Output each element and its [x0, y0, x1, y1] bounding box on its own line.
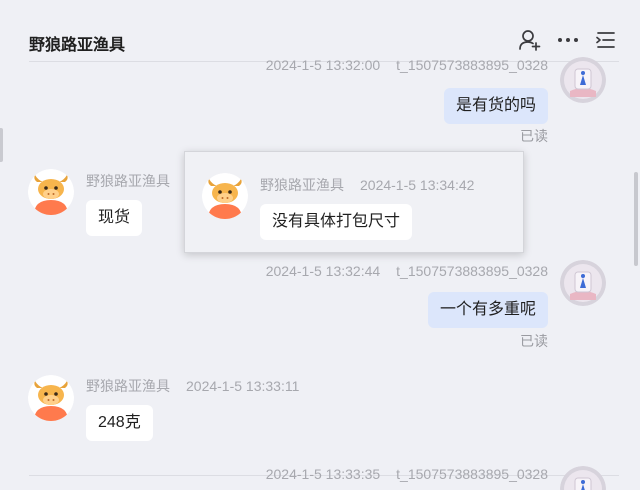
message-sender: 野狼路亚渔具	[86, 173, 170, 189]
chat-header: 野狼路亚渔具	[0, 0, 640, 62]
message-bubble-self[interactable]: 是有货的吗	[443, 88, 548, 124]
more-options-icon[interactable]	[556, 28, 580, 52]
message-sender: t_1507573883895_0328	[396, 263, 548, 279]
message-meta: 2024-1-5 13:33:35 t_1507573883895_0328	[266, 466, 548, 482]
shop-avatar[interactable]	[28, 169, 74, 215]
user-avatar[interactable]	[560, 260, 606, 306]
message-preview-popup[interactable]: 野狼路亚渔具 2024-1-5 13:34:42 没有具体打包尺寸	[184, 151, 524, 253]
message-meta: 野狼路亚渔具 2024-1-5 13:33:11	[86, 376, 299, 396]
panel-edge-handle[interactable]	[0, 128, 3, 162]
message-meta: 2024-1-5 13:32:44 t_1507573883895_0328	[266, 263, 548, 279]
message-time: 2024-1-5 13:32:00	[265, 57, 381, 73]
chat-scrollbar[interactable]	[634, 172, 638, 266]
message-sender: t_1507573883895_0328	[396, 57, 548, 73]
message-meta: 野狼路亚渔具	[86, 171, 170, 191]
read-status: 已读	[520, 128, 548, 144]
read-status: 已读	[520, 333, 548, 349]
message-time: 2024-1-5 13:33:11	[186, 378, 300, 394]
popup-meta: 野狼路亚渔具 2024-1-5 13:34:42	[260, 175, 474, 195]
message-bubble-shop[interactable]: 现货	[86, 200, 143, 236]
popup-sender: 野狼路亚渔具	[260, 177, 344, 193]
message-sender: 野狼路亚渔具	[86, 378, 170, 394]
user-avatar[interactable]	[560, 466, 606, 490]
message-sender: t_1507573883895_0328	[396, 466, 548, 482]
message-meta: 2024-1-5 13:32:00 t_1507573883895_0328	[266, 57, 548, 73]
message-bubble-shop[interactable]: 248克	[86, 405, 153, 441]
popup-message-bubble: 没有具体打包尺寸	[260, 204, 413, 240]
shop-name-title: 野狼路亚渔具	[29, 37, 126, 54]
shop-avatar	[202, 173, 248, 219]
message-time: 2024-1-5 13:33:35	[265, 466, 381, 482]
menu-list-icon[interactable]	[594, 28, 618, 52]
add-contact-icon[interactable]	[518, 28, 542, 52]
message-time: 2024-1-5 13:32:44	[265, 263, 381, 279]
popup-time: 2024-1-5 13:34:42	[360, 177, 475, 193]
shop-avatar[interactable]	[28, 375, 74, 421]
message-bubble-self[interactable]: 一个有多重呢	[427, 292, 548, 328]
user-avatar[interactable]	[560, 57, 606, 103]
